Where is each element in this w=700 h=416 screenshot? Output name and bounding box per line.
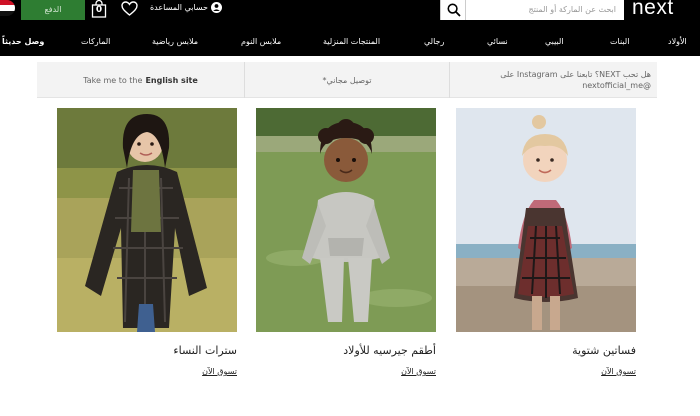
account-link[interactable]: حسابي (184, 0, 222, 16)
free-delivery-promo[interactable]: توصيل مجاني* (244, 62, 450, 98)
bag-count: 0 (95, 5, 103, 15)
country-flag-icon[interactable] (0, 0, 15, 16)
nav-item-sportswear[interactable]: ملابس رياضية (152, 34, 198, 50)
tile-title[interactable]: سترات النساء (173, 344, 237, 357)
nav-item-baby[interactable]: البيبي (545, 34, 564, 50)
womens-coat-image[interactable] (57, 108, 237, 332)
shop-now-link[interactable]: تسوق الآن (601, 367, 636, 376)
tile-title[interactable]: أطقم جيرسيه للأولاد (343, 344, 436, 357)
english-site-link[interactable]: Take me to the English site (37, 62, 244, 98)
nav-item-women[interactable]: نسائي (487, 34, 508, 50)
search-input[interactable]: ابحث عن الماركة أو المنتج (466, 0, 624, 20)
boys-jersey-set-image[interactable] (256, 108, 436, 332)
nav-item-girls[interactable]: البنات (610, 34, 629, 50)
search-button[interactable] (440, 0, 466, 20)
user-icon (211, 2, 222, 13)
nav-item-new-in[interactable]: وصل حديثاً (2, 34, 44, 50)
promo-strip: هل تحب NEXT؟ تابعنا على Instagram على @n… (37, 62, 657, 98)
nav-item-men[interactable]: رجالي (424, 34, 444, 50)
shop-now-link[interactable]: تسوق الآن (202, 367, 237, 376)
account-label: حسابي (184, 3, 208, 12)
nav-item-nightwear[interactable]: ملابس النوم (241, 34, 281, 50)
shop-now-link[interactable]: تسوق الآن (401, 367, 436, 376)
heart-icon[interactable] (121, 1, 138, 16)
instagram-promo[interactable]: هل تحب NEXT؟ تابعنا على Instagram على @n… (450, 62, 657, 98)
nav-item-home[interactable]: المنتجات المنزلية (323, 34, 380, 50)
nav-item-boys[interactable]: الأولاد (668, 34, 687, 50)
english-site-bold: English site (145, 75, 198, 85)
top-header: next ابحث عن الماركة أو المنتج حسابي الم… (0, 0, 700, 56)
shopping-bag-button[interactable]: 0 (91, 0, 107, 18)
nav-item-brands[interactable]: الماركات (81, 34, 110, 50)
english-site-prefix: Take me to the (83, 75, 143, 85)
main-navigation: الأولاد البنات البيبي نسائي رجالي المنتج… (0, 34, 700, 50)
tile-title[interactable]: فساتين شتوية (572, 344, 636, 357)
next-logo[interactable]: next (632, 0, 694, 18)
help-link[interactable]: المساعدة (150, 0, 182, 16)
checkout-button[interactable]: الدفع (21, 0, 85, 20)
search-icon (447, 3, 461, 17)
winter-dress-image[interactable] (456, 108, 636, 332)
